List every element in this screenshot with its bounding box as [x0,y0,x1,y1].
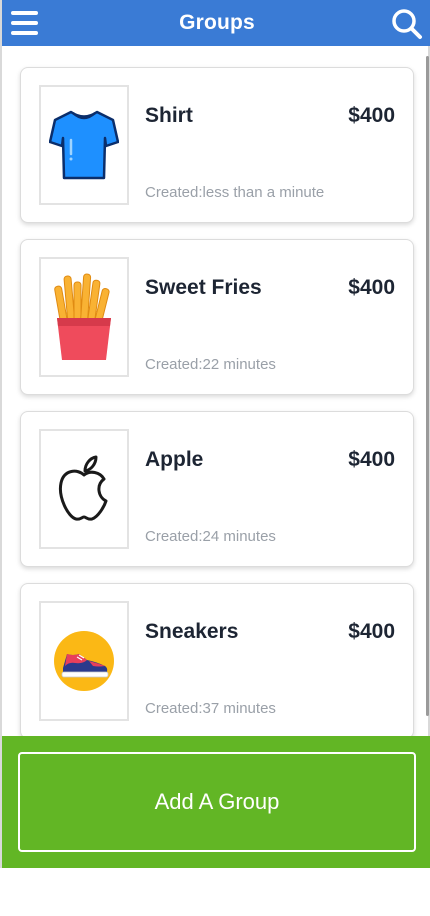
apple-logo-icon [58,455,108,521]
group-price: $400 [348,620,395,643]
fries-icon [54,273,111,360]
group-name: Shirt [145,104,193,127]
group-price: $400 [348,104,395,127]
menu-button[interactable] [11,9,39,37]
group-created: Created:22 minutes [145,356,276,373]
scrollbar[interactable] [426,56,429,716]
footer-bar: Add A Group [2,736,430,868]
group-thumbnail [39,85,129,205]
group-thumbnail [39,601,129,721]
sneaker-icon [54,631,114,691]
group-card[interactable]: Apple $400 Created:24 minutes [20,411,414,567]
search-icon[interactable] [391,8,423,40]
header-bar: Groups [2,0,430,46]
hamburger-menu-icon [11,11,38,15]
group-name: Sneakers [145,620,239,643]
group-name: Sweet Fries [145,276,262,299]
group-card[interactable]: Sweet Fries $400 Created:22 minutes [20,239,414,395]
group-price: $400 [348,276,395,299]
group-created: Created:less than a minute [145,184,325,201]
shirt-icon [49,110,119,180]
group-created: Created:24 minutes [145,528,276,545]
group-thumbnail [39,257,129,377]
group-name: Apple [145,448,204,471]
group-list[interactable]: Shirt $400 Created:less than a minute Sw… [2,46,430,736]
group-thumbnail [39,429,129,549]
group-card[interactable]: Shirt $400 Created:less than a minute [20,67,414,223]
group-card[interactable]: Sneakers $400 Created:37 minutes [20,583,414,736]
page-title: Groups [179,11,255,34]
app-frame: Groups Shirt $400 Created:less than a mi… [0,0,430,868]
group-created: Created:37 minutes [145,700,276,717]
add-group-button[interactable]: Add A Group [18,752,416,852]
group-price: $400 [348,448,395,471]
